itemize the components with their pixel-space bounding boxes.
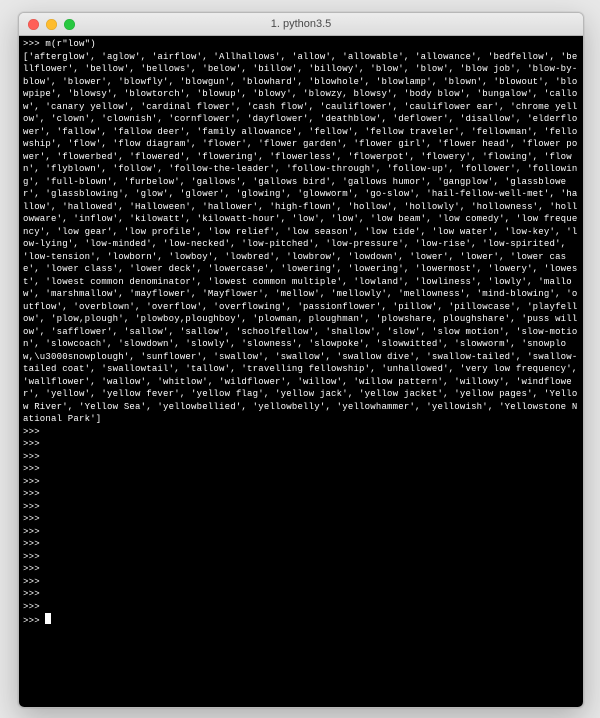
repl-prompt-empty: >>> [23,526,579,539]
repl-prompt-empty: >>> [23,563,579,576]
cursor [45,613,51,624]
repl-prompt-empty: >>> [23,501,579,514]
repl-prompt-empty: >>> [23,463,579,476]
repl-prompt-empty: >>> [23,588,579,601]
minimize-button[interactable] [46,19,57,30]
terminal-body[interactable]: >>> m(r"low")['afterglow', 'aglow', 'air… [19,36,583,707]
window-title: 1. python3.5 [19,18,583,30]
repl-prompt-empty: >>> [23,426,579,439]
close-button[interactable] [28,19,39,30]
terminal-window: 1. python3.5 >>> m(r"low")['afterglow', … [18,12,584,708]
repl-prompt-empty: >>> [23,488,579,501]
repl-prompt-empty: >>> [23,476,579,489]
repl-prompt-empty: >>> [23,438,579,451]
traffic-lights [19,19,75,30]
repl-prompt-empty: >>> [23,576,579,589]
repl-prompt-empty: >>> [23,513,579,526]
repl-prompt-empty: >>> [23,601,579,614]
repl-prompt-empty: >>> [23,538,579,551]
repl-prompt-empty: >>> [23,551,579,564]
repl-prompt-empty: >>> [23,451,579,464]
repl-input-line: >>> m(r"low") [23,38,579,51]
repl-output: ['afterglow', 'aglow', 'airflow', 'Allha… [23,51,579,426]
zoom-button[interactable] [64,19,75,30]
titlebar[interactable]: 1. python3.5 [19,13,583,36]
repl-prompt-active[interactable]: >>> [23,613,579,628]
